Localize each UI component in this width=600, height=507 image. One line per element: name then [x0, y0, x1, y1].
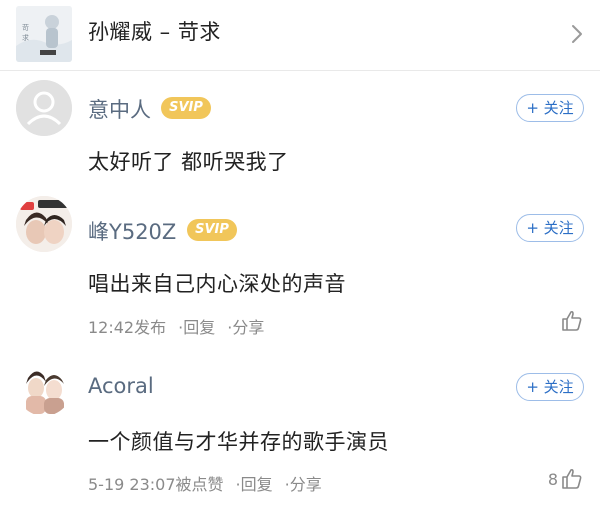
album-cover[interactable]: 苛 求 [16, 6, 72, 62]
svg-text:求: 求 [22, 33, 29, 42]
thumbs-up-icon [562, 468, 582, 489]
comment-time: 5-19 23:07被点赞 [88, 475, 224, 494]
follow-button[interactable]: + 关注 [516, 94, 584, 122]
svip-badge: SVIP [187, 219, 237, 241]
song-header[interactable]: 苛 求 孙耀威 – 苛求 [0, 0, 600, 70]
reply-button[interactable]: 回复 [241, 475, 273, 494]
like-count: 8 [547, 469, 558, 489]
follow-button[interactable]: + 关注 [516, 214, 584, 242]
username[interactable]: Acoral [88, 374, 154, 398]
comment-text: 一个颜值与才华并存的歌手演员 [88, 430, 389, 454]
avatar-default[interactable] [16, 80, 72, 136]
like-button[interactable]: 8 [548, 466, 584, 492]
song-title: 孙耀威 – 苛求 [88, 20, 221, 44]
follow-button[interactable]: + 关注 [516, 373, 584, 401]
avatar-user[interactable] [16, 360, 72, 416]
svip-badge: SVIP [161, 97, 211, 119]
comment-meta: 12:42发布 ·回复 ·分享 [88, 314, 264, 338]
avatar-user[interactable] [16, 196, 72, 252]
svg-text:苛: 苛 [22, 23, 29, 32]
header-divider [0, 70, 600, 71]
share-button[interactable]: 分享 [232, 318, 264, 337]
thumbs-up-icon [562, 310, 582, 331]
username[interactable]: 意中人 [88, 94, 151, 124]
username[interactable]: 峰Y520Z [88, 216, 176, 246]
comment-text: 太好听了 都听哭我了 [88, 150, 289, 174]
comment-text: 唱出来自己内心深处的声音 [88, 272, 346, 296]
chevron-right-icon[interactable] [568, 22, 586, 46]
comment-meta: 5-19 23:07被点赞 ·回复 ·分享 [88, 471, 322, 495]
comment-time: 12:42发布 [88, 318, 167, 337]
reply-button[interactable]: 回复 [183, 318, 215, 337]
like-button[interactable] [558, 308, 584, 334]
share-button[interactable]: 分享 [290, 475, 322, 494]
